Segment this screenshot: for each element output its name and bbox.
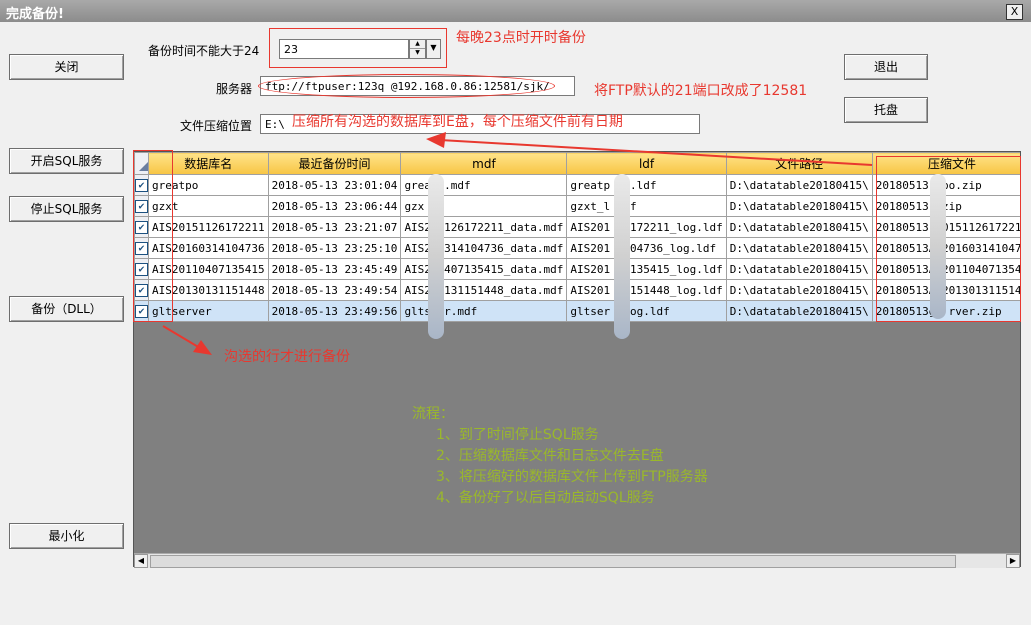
flow-title: 流程： (412, 406, 454, 422)
arrow-line (162, 325, 201, 349)
horizontal-scrollbar[interactable]: ◀ ▶ (134, 553, 1020, 568)
arrow-line (439, 139, 873, 166)
flow-step: 2、压缩数据库文件和日志文件去E盘 (436, 448, 664, 464)
arrowhead-icon (193, 340, 212, 355)
flow-step: 4、备份好了以后自动启动SQL服务 (436, 490, 655, 506)
scroll-left-icon[interactable]: ◀ (134, 554, 148, 568)
scroll-thumb[interactable] (150, 555, 956, 568)
arrowhead-icon (426, 132, 446, 148)
annotation-arrows (162, 132, 873, 355)
flow-step: 3、将压缩好的数据库文件上传到FTP服务器 (436, 469, 708, 485)
scroll-right-icon[interactable]: ▶ (1006, 554, 1020, 568)
flow-description: 流程： 1、到了时间停止SQL服务 2、压缩数据库文件和日志文件去E盘 3、将压… (412, 404, 708, 509)
flow-step: 1、到了时间停止SQL服务 (436, 427, 599, 443)
check-annotation: 沟选的行才进行备份 (224, 349, 350, 365)
